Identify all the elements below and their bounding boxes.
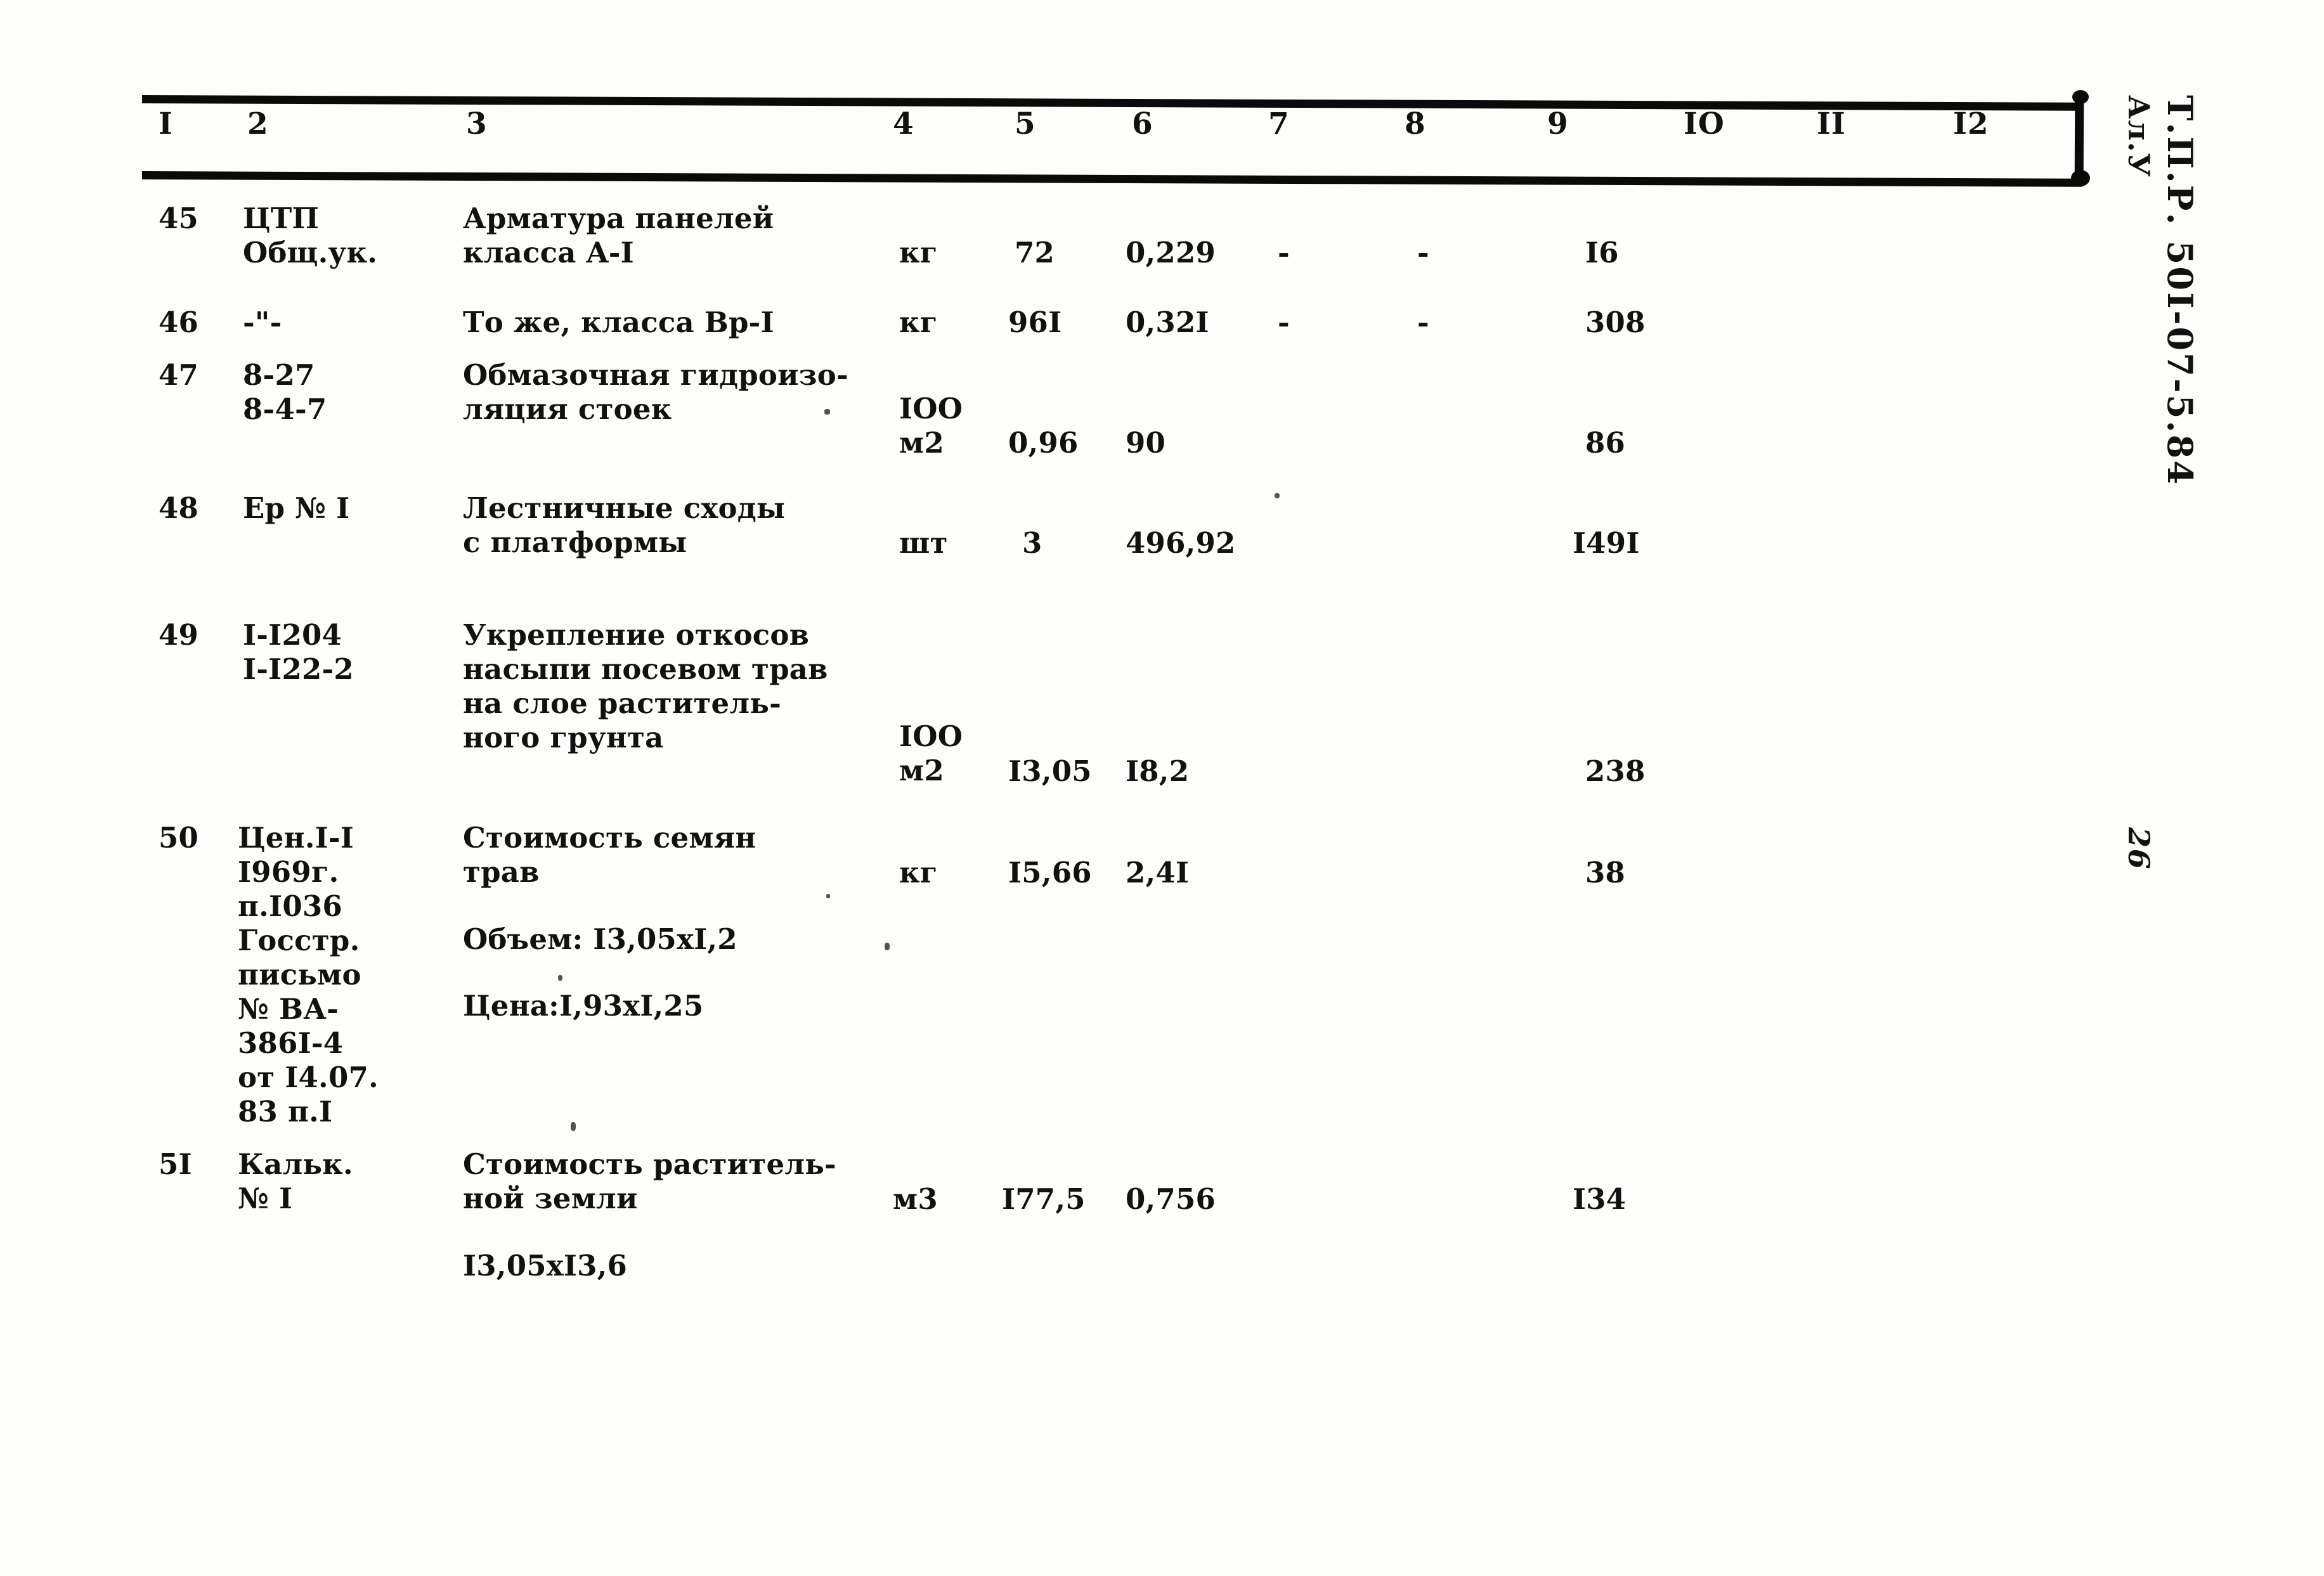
table-row: Арматура панелей класса A-I — [463, 202, 774, 269]
scan-speckle — [1275, 493, 1280, 498]
table-row: 72 — [1015, 236, 1055, 269]
table-row: кг — [899, 856, 938, 889]
table-bottom-rule — [141, 171, 2083, 187]
table-row: 3 — [1022, 526, 1042, 560]
table-row: I8,2 — [1126, 754, 1190, 788]
table-row: I5,66 — [1008, 856, 1092, 889]
table-row: 50 — [159, 821, 199, 855]
table-row: I3,05 — [1008, 754, 1092, 788]
column-header-11: II — [1817, 107, 1846, 141]
table-row: То же, класса Вр-I — [463, 306, 774, 339]
table-row: 308 — [1585, 306, 1646, 339]
table-row: 90 — [1126, 426, 1166, 460]
column-header-10: IO — [1684, 107, 1725, 141]
table-row: I34 — [1573, 1182, 1626, 1216]
table-row: IOO м2 — [899, 720, 963, 787]
table-row: Стоимость семян трав — [463, 821, 756, 889]
table-row: шт — [899, 526, 948, 560]
ink-blob-top — [2072, 90, 2089, 104]
scan-speckle — [885, 943, 890, 950]
table-row: - — [1417, 236, 1429, 269]
table-row: I-I204 I-I22-2 — [243, 618, 354, 686]
table-row: 47 — [159, 358, 199, 392]
table-row: Цен.I-I I969г. п.I036 Госстр. письмо № В… — [238, 821, 379, 1128]
scan-speckle — [826, 894, 830, 898]
table-row: I49I — [1573, 526, 1640, 560]
table-row: 86 — [1585, 426, 1626, 460]
table-row: Лестничные сходы с платформы — [463, 491, 786, 559]
table-row: I6 — [1585, 236, 1619, 269]
table-row: кг — [899, 306, 938, 339]
column-header-8: 8 — [1405, 107, 1426, 141]
table-row-note: Объем: I3,05xI,2 — [463, 922, 737, 956]
column-header-9: 9 — [1547, 107, 1569, 141]
table-row: 45 — [159, 202, 199, 235]
table-right-edge — [2074, 94, 2084, 180]
column-header-5: 5 — [1015, 107, 1036, 141]
table-row: 496,92 — [1126, 526, 1236, 560]
table-row: - — [1417, 306, 1429, 339]
table-row: - — [1278, 306, 1290, 339]
column-header-3: 3 — [466, 107, 488, 141]
table-row: м3 — [893, 1182, 938, 1216]
table-row: 96I — [1008, 306, 1062, 339]
table-row: 2,4I — [1126, 856, 1190, 889]
table-row: Укрепление откосов насыпи посевом трав н… — [463, 618, 828, 754]
sheet-code-stamp: Ал.У — [2122, 95, 2156, 178]
table-row-note: Цена:I,93xI,25 — [463, 989, 704, 1023]
table-row: кг — [899, 236, 938, 269]
table-row: IOO м2 — [899, 392, 963, 460]
table-row: ЦТП Общ.ук. — [243, 202, 378, 269]
table-row: 49 — [159, 618, 199, 652]
column-header-6: 6 — [1132, 107, 1153, 141]
table-top-rule — [141, 95, 2083, 111]
table-row: Стоимость раститель- ной земли — [463, 1147, 836, 1215]
table-row: Кальк. № I — [238, 1147, 353, 1215]
column-header-4: 4 — [893, 107, 914, 141]
scanned-document-page: I 2 3 4 5 6 7 8 9 IO II I2 45 ЦТП Общ.ук… — [0, 0, 2324, 1576]
column-header-2: 2 — [247, 107, 269, 141]
table-row: 46 — [159, 306, 199, 339]
scan-speckle — [824, 409, 830, 415]
column-header-7: 7 — [1268, 107, 1290, 141]
column-header-12: I2 — [1953, 107, 1989, 141]
table-row: 48 — [159, 491, 199, 525]
table-row: 0,96 — [1008, 426, 1079, 460]
table-row: I77,5 — [1002, 1182, 1086, 1216]
table-row: 0,32I — [1126, 306, 1209, 339]
table-row: 0,756 — [1126, 1182, 1216, 1216]
table-row: -"- — [243, 306, 282, 339]
ink-blob-bottom — [2071, 170, 2090, 186]
table-row: 238 — [1585, 754, 1646, 788]
table-row: - — [1278, 236, 1290, 269]
table-row: 5I — [159, 1147, 192, 1181]
table-row: 0,229 — [1126, 236, 1216, 269]
page-number-stamp: 26 — [2122, 827, 2156, 870]
table-row: Обмазочная гидроизо- ляция стоек — [463, 358, 848, 426]
table-row: 8-27 8-4-7 — [243, 358, 327, 426]
table-row: Ер № I — [243, 491, 350, 525]
scan-speckle — [571, 1122, 576, 1131]
column-header-1: I — [159, 107, 173, 141]
scan-speckle — [558, 975, 562, 981]
table-row-note: I3,05xI3,6 — [463, 1249, 628, 1282]
document-code-stamp: Т.П.Р. 50I-07-5.84 — [2160, 95, 2200, 487]
table-row: 38 — [1585, 856, 1626, 889]
